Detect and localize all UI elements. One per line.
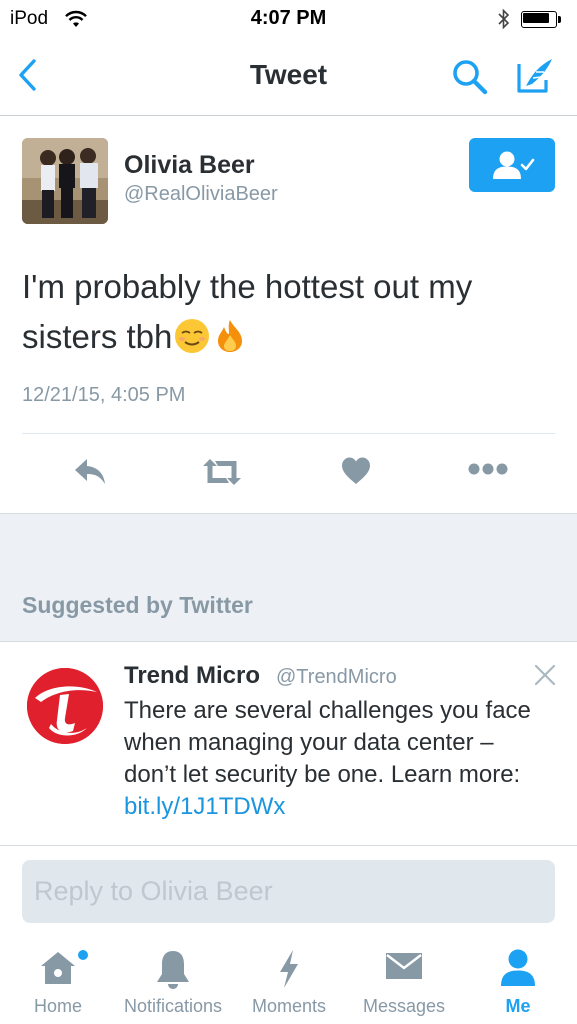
tab-notifications[interactable]: Notifications [112,936,234,1024]
status-time: 4:07 PM [250,7,327,29]
tab-messages[interactable]: Messages [352,936,456,1024]
trend-micro-logo[interactable] [27,668,103,744]
tab-me[interactable]: Me [488,936,548,1024]
status-bar: iPod 4:07 PM [0,0,577,38]
tab-me-label: Me [505,996,531,1016]
lightning-icon [280,950,298,988]
promoted-author-name[interactable]: Trend Micro [124,662,260,690]
tweet-timestamp: 12/21/15, 4:05 PM [22,384,186,406]
fire-emoji [218,320,243,352]
divider [0,845,577,846]
following-button[interactable] [469,138,555,192]
promoted-text-body: There are several challenges you face wh… [124,697,531,788]
divider [22,433,555,434]
tab-bar: Home Notifications Moments Messages Me [0,936,577,1024]
tweet-text: I'm probably the hottest out my sisters … [22,262,542,362]
bell-icon [157,951,189,989]
promoted-tweet-text: There are several challenges you face wh… [124,695,544,823]
person-check-icon [493,151,535,179]
avatar-photo [22,138,108,224]
tab-moments-label: Moments [251,996,327,1016]
envelope-icon [386,953,422,979]
search-icon[interactable] [450,57,490,97]
battery-icon [521,11,561,28]
retweet-icon[interactable] [200,456,244,488]
tab-messages-label: Messages [362,996,446,1016]
promoted-link[interactable]: bit.ly/1J1TDWx [124,793,285,820]
relieved-face-emoji [175,319,210,353]
suggested-section-header [0,513,577,642]
avatar[interactable] [22,138,108,224]
tab-home[interactable]: Home [18,936,98,1024]
person-icon [501,949,535,986]
trend-micro-logo-mark [27,668,103,744]
tab-home-label: Home [33,996,82,1016]
reply-input[interactable] [22,860,555,923]
author-handle[interactable]: @RealOliviaBeer [124,183,278,206]
promoted-author-handle[interactable]: @TrendMicro [276,666,397,689]
like-icon[interactable] [341,456,371,486]
author-name[interactable]: Olivia Beer [124,151,255,180]
bluetooth-icon [498,8,510,30]
home-icon [41,952,75,984]
tab-notifications-label: Notifications [123,996,223,1016]
tab-moments[interactable]: Moments [244,936,334,1024]
suggested-label: Suggested by Twitter [22,592,253,618]
nav-bar: Tweet [0,38,577,116]
page-title: Tweet [249,59,328,90]
close-icon[interactable] [534,664,556,686]
reply-icon[interactable] [72,456,108,488]
more-icon[interactable] [467,462,509,476]
compose-icon[interactable] [514,56,556,96]
